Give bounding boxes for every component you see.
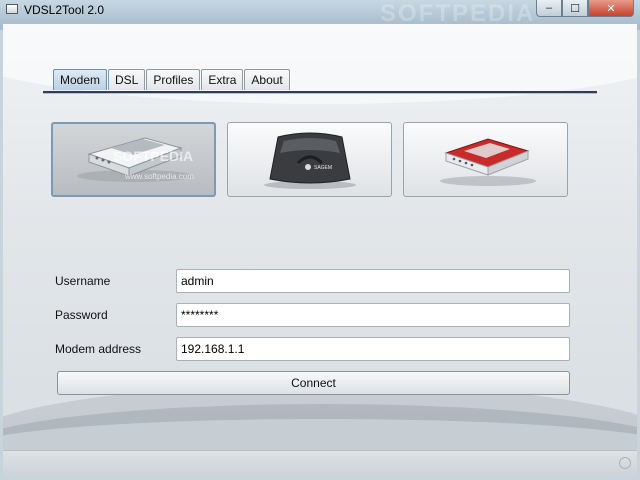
connect-button[interactable]: Connect xyxy=(57,371,570,395)
minimize-button[interactable]: – xyxy=(536,0,562,17)
tab-underline xyxy=(43,91,597,94)
device-white-modem-button[interactable]: SOFTPEDIA www.softpedia.com xyxy=(51,122,216,197)
device-watermark: SOFTPEDIA xyxy=(113,148,193,164)
tab-about[interactable]: About xyxy=(244,69,290,90)
app-icon[interactable] xyxy=(6,4,18,14)
device-sagem-modem-button[interactable]: SAGEM xyxy=(227,122,392,197)
title-bar[interactable]: VDSL2Tool 2.0 SOFTPEDIA – ☐ ✕ xyxy=(0,0,640,27)
resize-grip-icon[interactable] xyxy=(619,457,631,469)
close-button[interactable]: ✕ xyxy=(588,0,634,17)
red-router-icon xyxy=(440,138,536,186)
device-watermark-url: www.softpedia.com xyxy=(124,172,194,181)
tab-extra[interactable]: Extra xyxy=(201,69,244,90)
window-title: VDSL2Tool 2.0 xyxy=(24,3,105,17)
tab-dsl[interactable]: DSL xyxy=(108,69,146,90)
client-area: Modem DSL Profiles Extra About SOFTPEDIA… xyxy=(3,24,637,476)
app-window: VDSL2Tool 2.0 SOFTPEDIA – ☐ ✕ Modem DSL … xyxy=(0,0,640,480)
sagem-brand-label: SAGEM xyxy=(314,165,332,171)
username-input[interactable]: admin xyxy=(176,269,570,293)
white-modem-icon: SOFTPEDIA www.softpedia.com xyxy=(77,137,194,182)
sagem-modem-icon: SAGEM xyxy=(264,132,356,189)
device-red-router-button[interactable] xyxy=(403,122,568,197)
status-bar xyxy=(3,450,637,476)
modem-address-label: Modem address xyxy=(55,342,142,356)
maximize-button[interactable]: ☐ xyxy=(562,0,588,17)
password-input[interactable]: ******** xyxy=(176,303,570,327)
tab-modem[interactable]: Modem xyxy=(53,69,108,90)
password-label: Password xyxy=(55,308,108,322)
username-label: Username xyxy=(55,274,111,288)
modem-address-input[interactable]: 192.168.1.1 xyxy=(176,337,570,361)
tab-bar: Modem DSL Profiles Extra About xyxy=(53,69,291,91)
tab-profiles[interactable]: Profiles xyxy=(146,69,201,90)
